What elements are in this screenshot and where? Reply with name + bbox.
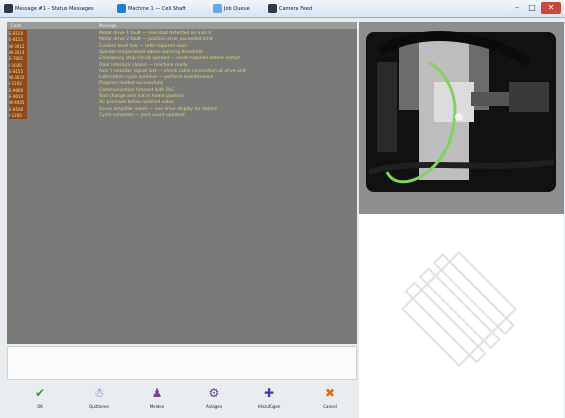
tab-machine-label: Machine 1 — Cell Shaft: [128, 5, 186, 12]
message-log[interactable]: Code Message E-8150 Motor drive 1 fault —…: [7, 22, 357, 344]
app-icon: [4, 4, 13, 13]
queue-icon: [213, 4, 222, 13]
col-code[interactable]: Code: [11, 22, 21, 29]
add-button[interactable]: ✚ Hinzufügen: [246, 386, 292, 416]
log-row-message: Cycle complete — part count updated: [99, 112, 185, 118]
close-button[interactable]: ✕: [541, 2, 561, 14]
cancel-button[interactable]: ✖ Cancel: [307, 386, 353, 416]
add-icon: ✚: [263, 386, 275, 400]
checkmark-icon: ✔: [34, 386, 46, 400]
report-button[interactable]: ♟ Melden: [134, 386, 180, 416]
cancel-icon: ✖: [324, 386, 336, 400]
tab-camera-label: Camera Feed: [279, 5, 313, 12]
tab-machine[interactable]: Machine 1 — Cell Shaft: [117, 3, 207, 14]
plant-button[interactable]: ⚙ Anlagen: [191, 386, 237, 416]
log-row-code: I-1200: [9, 111, 27, 119]
log-row[interactable]: I-1200 Cycle complete — part count update…: [7, 111, 357, 120]
minimize-button[interactable]: –: [510, 2, 524, 14]
logo-watermark: [401, 251, 517, 367]
plant-icon: ⚙: [208, 386, 220, 400]
machine-icon: [117, 4, 126, 13]
col-message[interactable]: Message: [99, 22, 117, 29]
camera-icon: [268, 4, 277, 13]
window-titlebar: Message #1 – Status Messages Machine 1 —…: [0, 0, 565, 18]
tab-camera[interactable]: Camera Feed: [268, 3, 328, 14]
preview-panel: [359, 214, 564, 418]
log-header: Code Message: [7, 22, 357, 29]
tab-app-label: Message #1 – Status Messages: [15, 5, 94, 12]
bottom-toolbar: ✔ OK ☃ Quittieren ♟ Melden ⚙ Anlagen ✚ H…: [0, 382, 360, 418]
acknowledge-icon: ☃: [93, 386, 105, 400]
report-icon: ♟: [151, 386, 163, 400]
maximize-button[interactable]: □: [525, 2, 539, 14]
tab-queue-label: Job Queue: [224, 5, 250, 12]
ok-button[interactable]: ✔ OK: [17, 386, 63, 416]
tab-app[interactable]: Message #1 – Status Messages: [4, 3, 108, 14]
message-detail-field[interactable]: [7, 346, 357, 380]
machine-photo: [359, 22, 564, 214]
acknowledge-button[interactable]: ☃ Quittieren: [76, 386, 122, 416]
camera-view: [359, 22, 564, 214]
tab-queue[interactable]: Job Queue: [213, 3, 258, 14]
